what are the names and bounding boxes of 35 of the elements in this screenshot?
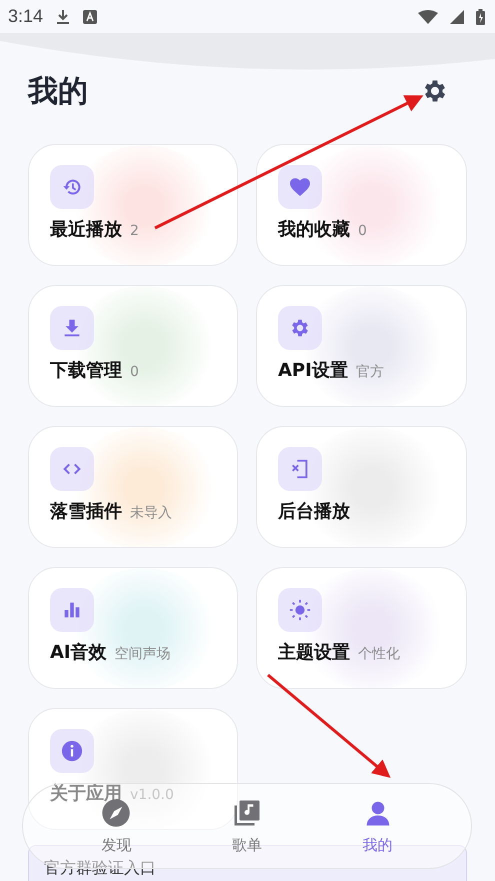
card-detail: 2 bbox=[130, 223, 139, 239]
heart-icon bbox=[288, 175, 312, 199]
wifi-icon bbox=[418, 10, 438, 24]
card-detail: 空间声场 bbox=[114, 645, 171, 663]
download-icon bbox=[55, 8, 72, 24]
card-label: 后台播放 bbox=[278, 500, 350, 523]
menu-card[interactable]: 下载管理 0 bbox=[28, 285, 238, 407]
menu-card[interactable]: 后台播放 bbox=[256, 426, 467, 548]
card-detail: 未导入 bbox=[130, 504, 172, 522]
card-detail: 官方 bbox=[356, 363, 384, 381]
music-icon bbox=[232, 798, 262, 828]
keyboard-icon bbox=[83, 10, 98, 24]
clock-time: 3:14 bbox=[8, 6, 44, 27]
menu-card[interactable]: 落雪插件 未导入 bbox=[28, 426, 238, 548]
card-label: 下载管理 bbox=[50, 359, 122, 382]
card-detail: 个性化 bbox=[358, 645, 400, 663]
card-detail: 0 bbox=[358, 223, 367, 239]
info-icon bbox=[61, 740, 83, 762]
menu-card[interactable]: 最近播放 2 bbox=[28, 144, 238, 266]
menu-card[interactable]: AI音效 空间声场 bbox=[28, 567, 238, 689]
gear-icon bbox=[289, 317, 311, 339]
card-label: 落雪插件 bbox=[50, 500, 122, 523]
battery-icon bbox=[476, 8, 485, 24]
menu-card[interactable]: API设置 官方 bbox=[256, 285, 467, 407]
card-label: AI音效 bbox=[50, 641, 107, 664]
card-detail: 0 bbox=[130, 364, 139, 380]
menu-card[interactable]: 主题设置 个性化 bbox=[256, 567, 467, 689]
card-label: API设置 bbox=[278, 359, 348, 382]
card-label: 我的收藏 bbox=[278, 218, 350, 241]
card-label: 主题设置 bbox=[278, 641, 350, 664]
menu-card[interactable]: 我的收藏 0 bbox=[256, 144, 467, 266]
signal-icon bbox=[450, 10, 464, 24]
page-title: 我的 bbox=[28, 72, 88, 110]
sun-icon bbox=[289, 599, 311, 621]
card-label: 最近播放 bbox=[50, 218, 122, 241]
